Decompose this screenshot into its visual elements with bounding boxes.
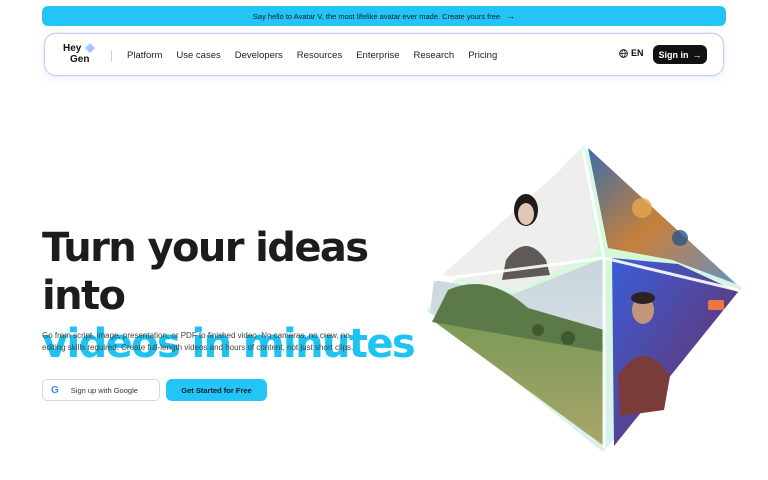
announcement-banner[interactable]: Say hello to Avatar V, the most lifelike… — [42, 6, 726, 26]
language-label: EN — [631, 48, 644, 58]
nav-link-developers[interactable]: Developers — [235, 50, 283, 61]
nav-link-research[interactable]: Research — [414, 50, 455, 61]
nav-link-use-cases[interactable]: Use cases — [176, 50, 220, 61]
banner-text: Say hello to Avatar V, the most lifelike… — [252, 11, 501, 21]
get-started-button[interactable]: Get Started for Free — [166, 379, 267, 401]
globe-icon — [619, 48, 628, 58]
arrow-right-icon: → — [506, 10, 516, 21]
headline-line-1: Turn your ideas into — [42, 225, 369, 319]
sign-in-label: Sign in — [658, 49, 689, 60]
hero-video-diamond — [426, 146, 742, 452]
nav-links: Platform Use cases Developers Resources … — [127, 34, 497, 77]
nav-link-resources[interactable]: Resources — [297, 50, 342, 61]
nav-divider — [111, 50, 112, 62]
arrow-right-icon: → — [692, 49, 702, 60]
logo-text-hey: Hey — [63, 43, 82, 54]
heygen-logo[interactable]: Hey Gen — [63, 42, 103, 68]
google-signup-label: Sign up with Google — [70, 385, 138, 395]
google-icon: G — [51, 384, 59, 396]
logo-text-gen: Gen — [70, 54, 90, 65]
nav-link-enterprise[interactable]: Enterprise — [356, 50, 399, 61]
nav-link-platform[interactable]: Platform — [127, 50, 162, 61]
logo-gem-icon — [85, 43, 95, 53]
nav-link-pricing[interactable]: Pricing — [468, 50, 497, 61]
hero-subtext: Go from script, image, presentation, or … — [42, 331, 354, 352]
sign-in-button[interactable]: Sign in → — [653, 45, 707, 64]
language-selector[interactable]: EN — [619, 48, 644, 58]
get-started-label: Get Started for Free — [181, 385, 252, 395]
top-navigation: Hey Gen Platform Use cases Developers Re… — [44, 33, 724, 76]
google-signup-button[interactable]: G Sign up with Google — [42, 379, 160, 401]
